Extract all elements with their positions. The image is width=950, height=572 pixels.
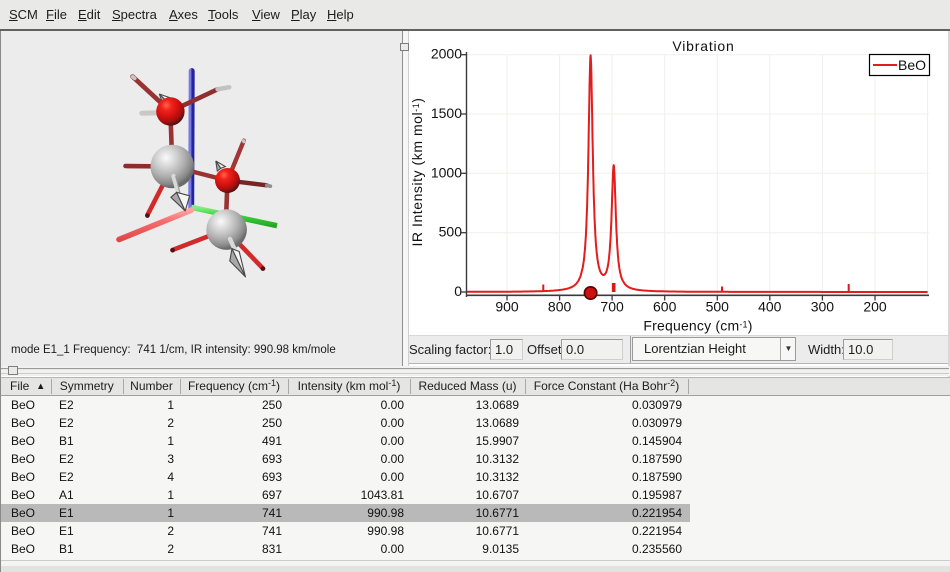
svg-text:900: 900: [495, 299, 519, 315]
svg-text:1000: 1000: [431, 164, 462, 180]
svg-text:600: 600: [653, 299, 677, 315]
svg-text:200: 200: [863, 299, 887, 315]
svg-text:500: 500: [706, 299, 730, 315]
svg-text:500: 500: [439, 224, 463, 240]
svg-text:300: 300: [811, 299, 835, 315]
svg-text:Frequency (cm-1): Frequency (cm-1): [643, 318, 752, 334]
svg-text:IR Intensity (km mol-1): IR Intensity (km mol-1): [409, 97, 425, 246]
svg-text:400: 400: [758, 299, 782, 315]
svg-text:700: 700: [600, 299, 624, 315]
svg-text:2000: 2000: [431, 46, 462, 62]
svg-text:BeO: BeO: [898, 57, 926, 73]
svg-text:800: 800: [548, 299, 572, 315]
svg-text:0: 0: [454, 283, 462, 299]
svg-text:Vibration: Vibration: [672, 38, 734, 54]
svg-text:1500: 1500: [431, 105, 462, 121]
